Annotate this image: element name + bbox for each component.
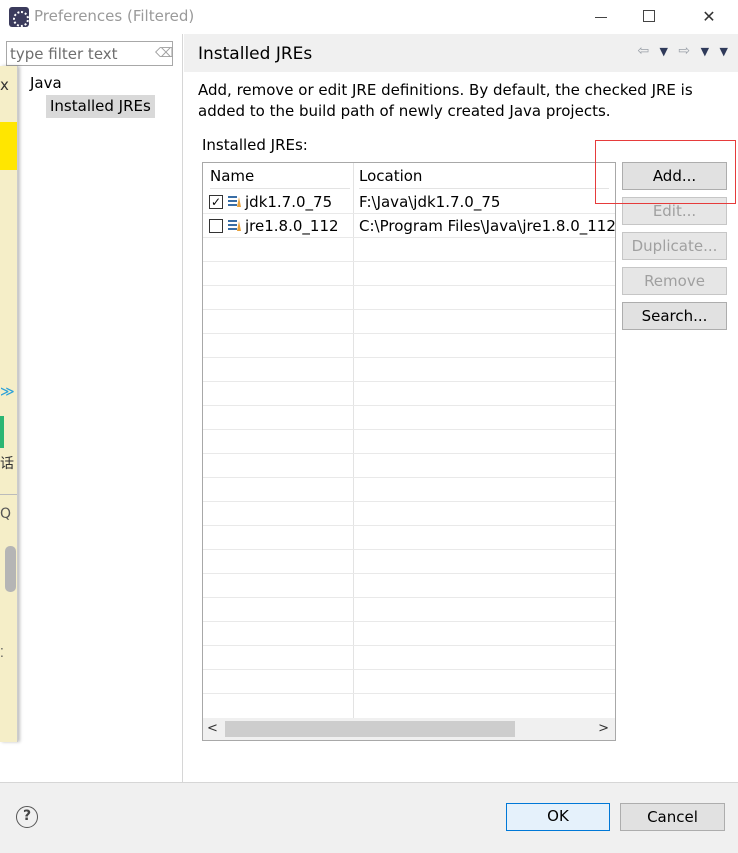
duplicate-button[interactable]: Duplicate...: [622, 232, 727, 260]
minimize-button[interactable]: [578, 0, 624, 34]
column-header-name[interactable]: Name: [210, 163, 350, 189]
preference-page: Installed JREs ⇦ ▼ ⇨ ▼ ▼ Add, remove or …: [184, 34, 738, 782]
empty-row: [203, 262, 615, 286]
empty-row: [203, 382, 615, 406]
empty-row: [203, 670, 615, 694]
add-button[interactable]: Add...: [622, 162, 727, 190]
empty-row: [203, 358, 615, 382]
empty-row: [203, 550, 615, 574]
close-button[interactable]: ✕: [686, 0, 732, 34]
jre-location: C:\Program Files\Java\jre1.8.0_112: [359, 217, 616, 235]
jre-name: jre1.8.0_112: [245, 217, 339, 235]
overlay-green-bar: [0, 416, 4, 448]
empty-row: [203, 502, 615, 526]
ok-button[interactable]: OK: [506, 803, 610, 831]
back-arrow-icon[interactable]: ⇦: [637, 43, 649, 59]
table-label: Installed JREs:: [202, 136, 308, 154]
table-row[interactable]: jre1.8.0_112 C:\Program Files\Java\jre1.…: [203, 214, 615, 238]
empty-row: [203, 646, 615, 670]
empty-row: [203, 430, 615, 454]
forward-arrow-icon[interactable]: ⇨: [678, 43, 690, 59]
empty-row: [203, 286, 615, 310]
remove-button[interactable]: Remove: [622, 267, 727, 295]
jre-library-icon: [228, 220, 241, 231]
search-button[interactable]: Search...: [622, 302, 727, 330]
close-icon: ✕: [702, 7, 716, 26]
eclipse-app-icon: [9, 7, 29, 27]
empty-row: [203, 406, 615, 430]
edit-button[interactable]: Edit...: [622, 197, 727, 225]
forward-menu-chevron-icon[interactable]: ▼: [701, 45, 709, 58]
overlay-search-icon: Q: [0, 506, 12, 522]
cancel-button[interactable]: Cancel: [620, 803, 725, 831]
overlay-scrollbar: [5, 546, 16, 592]
page-nav-toolbar: ⇦ ▼ ⇨ ▼ ▼: [631, 43, 728, 63]
empty-row: [203, 334, 615, 358]
back-menu-chevron-icon[interactable]: ▼: [660, 45, 668, 58]
empty-row: [203, 454, 615, 478]
jre-checkbox[interactable]: [209, 219, 223, 233]
preferences-tree-pane: ⌫ Java Installed JREs: [0, 34, 183, 782]
maximize-icon: [643, 10, 655, 22]
filter-box: ⌫: [6, 41, 173, 66]
view-menu-chevron-icon[interactable]: ▼: [720, 45, 728, 58]
empty-row: [203, 622, 615, 646]
jre-name: jdk1.7.0_75: [245, 193, 333, 211]
installed-jres-table: Name Location ✓ jdk1.7.0_75 F:\Java\jdk1…: [202, 162, 616, 741]
jre-library-icon: [228, 196, 241, 207]
title-bar: Preferences (Filtered) ✕: [0, 0, 738, 34]
empty-row: [203, 478, 615, 502]
scroll-left-icon[interactable]: <: [207, 720, 221, 738]
scrollbar-thumb[interactable]: [225, 721, 515, 737]
overlay-text-char: 话: [0, 456, 14, 472]
overlay-divider: [0, 494, 17, 495]
jre-checkbox[interactable]: ✓: [209, 195, 223, 209]
empty-row: [203, 598, 615, 622]
overlay-yellow-block: [0, 122, 17, 170]
overlay-chevron-icon: ≫: [0, 384, 15, 400]
overlay-dots-icon: ⁚: [0, 646, 4, 660]
scroll-right-icon[interactable]: >: [595, 720, 609, 738]
minimize-icon: [595, 17, 607, 18]
page-title: Installed JREs: [198, 44, 313, 64]
table-rows: ✓ jdk1.7.0_75 F:\Java\jdk1.7.0_75 jre1.8…: [203, 190, 615, 694]
empty-row: [203, 238, 615, 262]
empty-row: [203, 574, 615, 598]
filter-input[interactable]: [10, 44, 150, 64]
page-description: Add, remove or edit JRE definitions. By …: [198, 81, 693, 120]
tree-item-installed-jres[interactable]: Installed JREs: [46, 95, 155, 118]
window-title: Preferences (Filtered): [34, 7, 195, 25]
table-row[interactable]: ✓ jdk1.7.0_75 F:\Java\jdk1.7.0_75: [203, 190, 615, 214]
column-header-location[interactable]: Location: [359, 163, 609, 189]
help-icon[interactable]: ?: [16, 806, 38, 828]
empty-row: [203, 310, 615, 334]
clear-filter-icon[interactable]: ⌫: [155, 46, 173, 61]
maximize-button[interactable]: [626, 0, 672, 34]
tree-item-java[interactable]: Java: [30, 74, 62, 92]
page-header: Installed JREs ⇦ ▼ ⇨ ▼ ▼: [184, 34, 738, 72]
dialog-footer: ? OK Cancel: [0, 782, 738, 853]
horizontal-scrollbar[interactable]: < >: [203, 718, 615, 740]
overlay-close-icon: x: [0, 76, 9, 94]
jre-location: F:\Java\jdk1.7.0_75: [359, 193, 501, 211]
overlay-window-strip: x ≫ 话 Q ⁚: [0, 66, 18, 742]
empty-row: [203, 526, 615, 550]
